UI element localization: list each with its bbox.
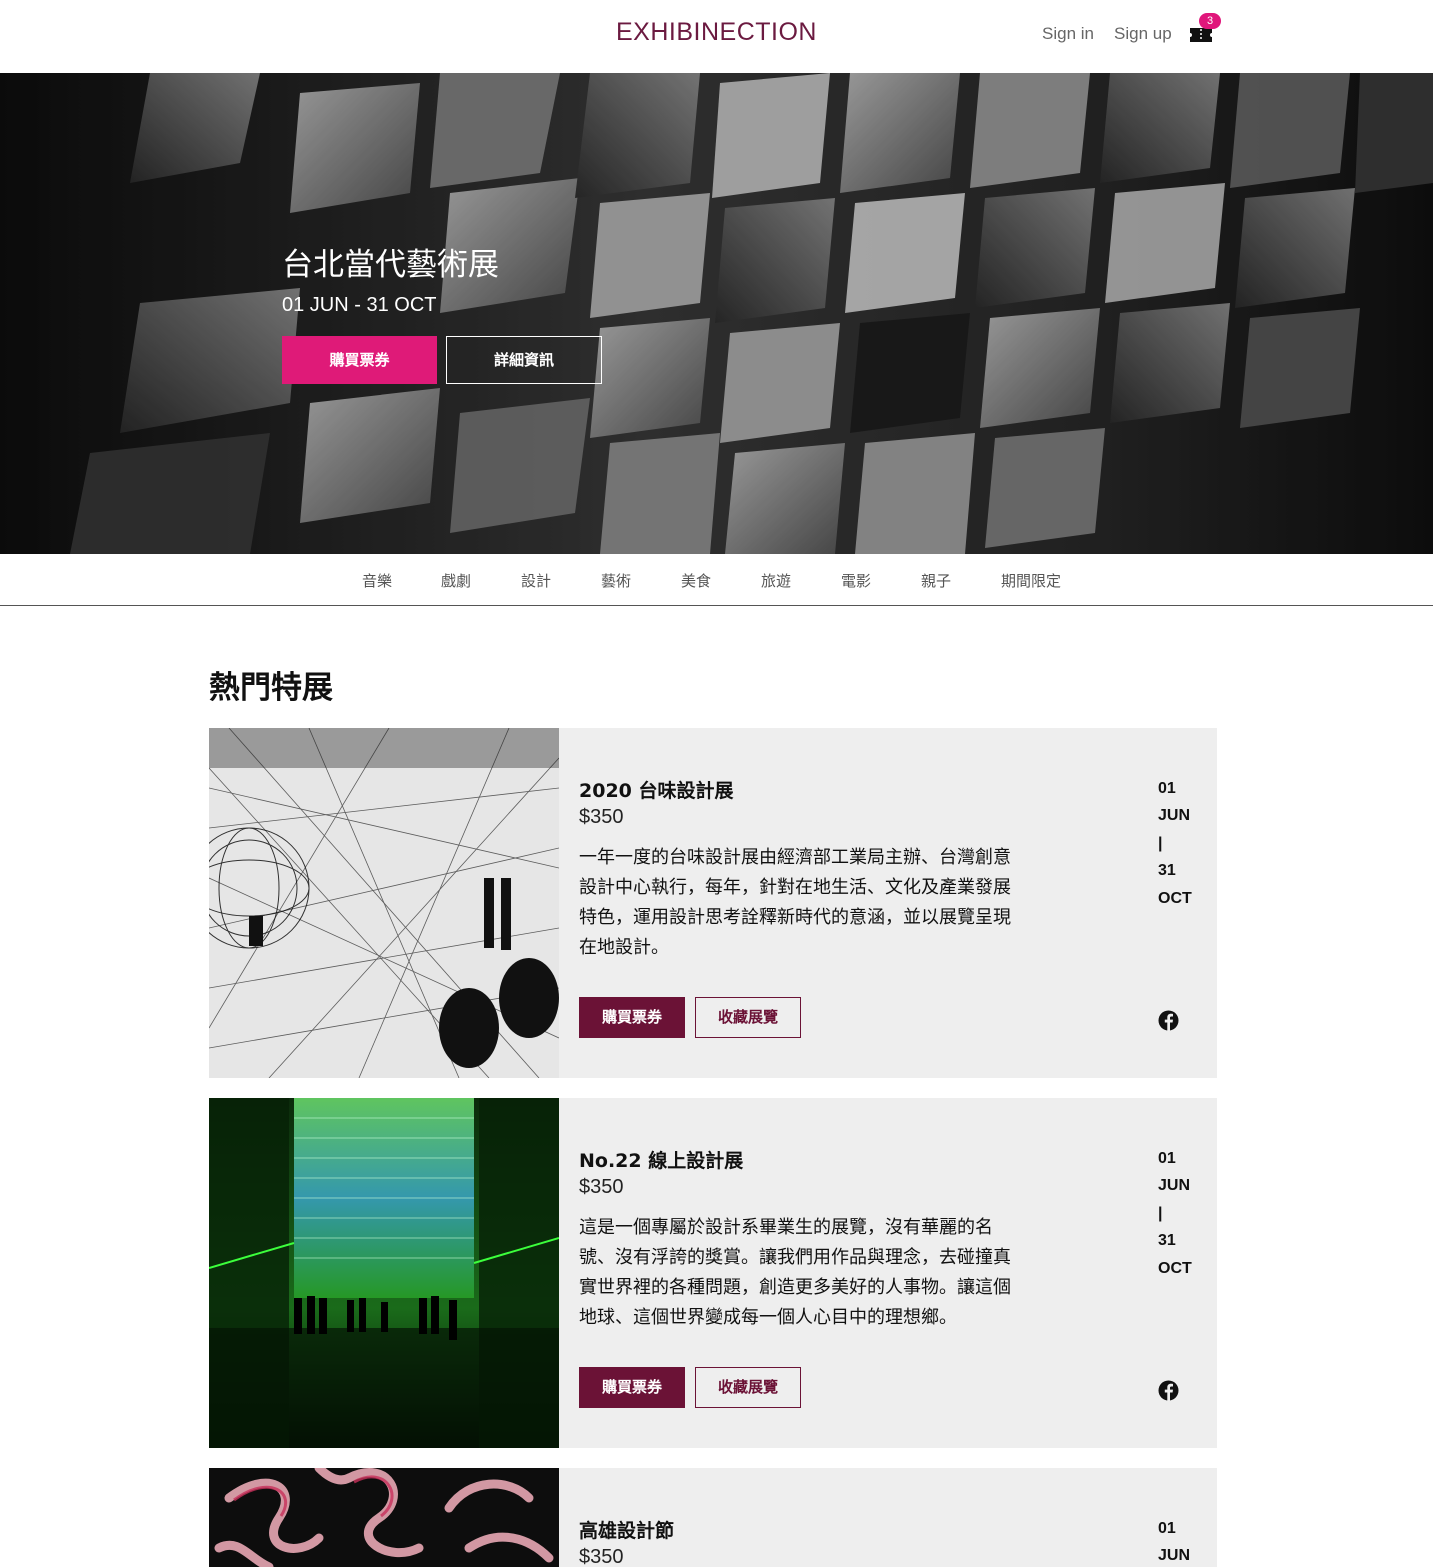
exhibition-photo[interactable] [209, 1468, 559, 1567]
category-art[interactable]: 藝術 [601, 570, 631, 591]
hero-details-button[interactable]: 詳細資訊 [446, 336, 602, 384]
exhibition-title[interactable]: No.22 線上設計展 [579, 1146, 743, 1173]
description-line: 在地設計。 [579, 937, 669, 958]
category-food[interactable]: 美食 [681, 570, 711, 591]
start-month: JUN [1158, 1547, 1191, 1565]
exhibition-price: $350 [579, 1176, 624, 1198]
description-line: 這是一個專屬於設計系畢業生的展覽，沒有華麗的名 [579, 1217, 993, 1238]
exhibition-card: 高雄設計節 $350 01 JUN [209, 1468, 1217, 1567]
end-month: OCT [1158, 889, 1192, 907]
exhibition-dates: 01 JUN | 31 OCT [1158, 780, 1198, 917]
description-line: 設計中心執行，每年，針對在地生活、文化及產業發展 [579, 877, 1011, 898]
end-month: OCT [1158, 1259, 1192, 1277]
category-family[interactable]: 親子 [921, 570, 951, 591]
buy-ticket-button[interactable]: 購買票券 [579, 1367, 685, 1408]
exhibition-card: No.22 線上設計展 $350 這是一個專屬於設計系畢業生的展覽，沒有華麗的名… [209, 1098, 1217, 1448]
start-month: JUN [1158, 807, 1191, 825]
start-day: 01 [1158, 1150, 1176, 1167]
exhibition-dates: 01 JUN | 31 OCT [1158, 1150, 1198, 1287]
exhibition-description: 一年一度的台味設計展由經濟部工業局主辦、台灣創意 設計中心執行，每年，針對在地生… [579, 843, 1061, 963]
date-separator: | [1158, 834, 1163, 852]
section-title: 熱門特展 [209, 670, 333, 706]
exhibition-photo[interactable] [209, 728, 559, 1078]
start-day: 01 [1158, 1520, 1176, 1537]
top-navbar: EXHIBINECTION Sign in Sign up 3 [0, 0, 1433, 73]
category-travel[interactable]: 旅遊 [761, 570, 791, 591]
end-day: 31 [1158, 1232, 1176, 1250]
sign-in-link[interactable]: Sign in [1042, 24, 1094, 44]
exhibition-price: $350 [579, 806, 624, 828]
brand-logo-link[interactable]: EXHIBINECTION [616, 18, 817, 46]
exhibition-price: $350 [579, 1546, 624, 1567]
category-music[interactable]: 音樂 [362, 570, 392, 591]
hero-buy-ticket-button[interactable]: 購買票券 [282, 336, 437, 384]
start-month: JUN [1158, 1177, 1191, 1195]
buy-ticket-button[interactable]: 購買票券 [579, 997, 685, 1038]
date-separator: | [1158, 1204, 1163, 1222]
hero-title: 台北當代藝術展 [282, 247, 499, 283]
description-line: 號、沒有浮誇的獎賞。讓我們用作品與理念，去碰撞真 [579, 1247, 1011, 1268]
sign-up-link[interactable]: Sign up [1114, 24, 1172, 44]
save-exhibition-button[interactable]: 收藏展覽 [695, 1367, 801, 1408]
hero-banner: 台北當代藝術展 01 JUN - 31 OCT 購買票券 詳細資訊 [0, 73, 1433, 554]
exhibition-description: 這是一個專屬於設計系畢業生的展覽，沒有華麗的名 號、沒有浮誇的獎賞。讓我們用作品… [579, 1213, 1061, 1333]
description-line: 地球、這個世界變成每一個人心目中的理想鄉。 [579, 1307, 957, 1328]
save-exhibition-button[interactable]: 收藏展覽 [695, 997, 801, 1038]
hero-background-image [0, 73, 1433, 554]
category-nav: 音樂 戲劇 設計 藝術 美食 旅遊 電影 親子 期間限定 [0, 554, 1433, 606]
exhibition-photo[interactable] [209, 1098, 559, 1448]
exhibition-title[interactable]: 2020 台味設計展 [579, 776, 734, 803]
exhibition-dates: 01 JUN [1158, 1520, 1198, 1567]
exhibition-title[interactable]: 高雄設計節 [579, 1516, 674, 1543]
category-film[interactable]: 電影 [841, 570, 871, 591]
description-line: 特色，運用設計思考詮釋新時代的意涵，並以展覽呈現 [579, 907, 1011, 928]
description-line: 一年一度的台味設計展由經濟部工業局主辦、台灣創意 [579, 847, 1011, 868]
facebook-share-icon[interactable] [1158, 1380, 1179, 1401]
exhibition-card: 2020 台味設計展 $350 一年一度的台味設計展由經濟部工業局主辦、台灣創意… [209, 728, 1217, 1078]
hero-date: 01 JUN - 31 OCT [282, 294, 437, 316]
end-day: 31 [1158, 862, 1176, 880]
start-day: 01 [1158, 780, 1176, 797]
cart-count-badge: 3 [1199, 13, 1221, 29]
category-design[interactable]: 設計 [521, 570, 551, 591]
facebook-share-icon[interactable] [1158, 1010, 1179, 1031]
category-drama[interactable]: 戲劇 [441, 570, 471, 591]
category-limited[interactable]: 期間限定 [1001, 570, 1061, 591]
description-line: 實世界裡的各種問題，創造更多美好的人事物。讓這個 [579, 1277, 1011, 1298]
